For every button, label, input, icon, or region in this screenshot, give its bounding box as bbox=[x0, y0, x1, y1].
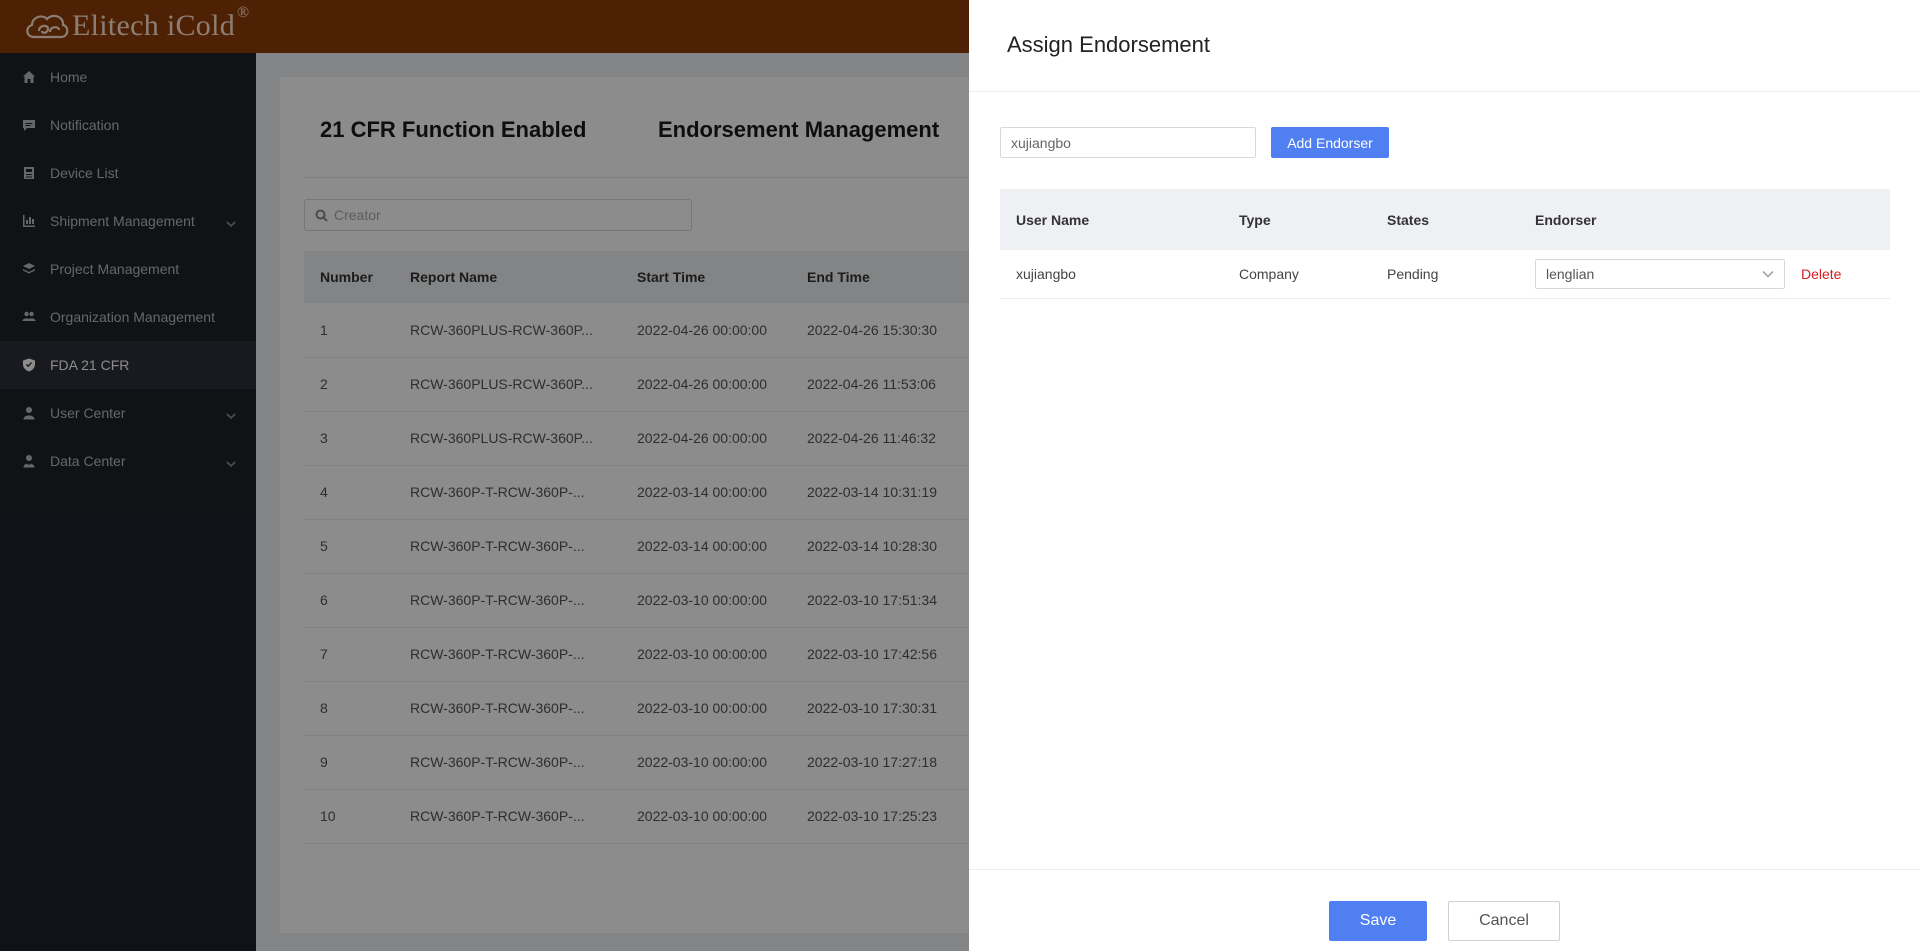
save-button[interactable]: Save bbox=[1329, 901, 1427, 941]
column-header-action bbox=[1785, 189, 1890, 250]
drawer-header: Assign Endorsement bbox=[969, 0, 1920, 92]
drawer-footer: Save Cancel bbox=[969, 869, 1920, 951]
drawer-title: Assign Endorsement bbox=[1007, 32, 1210, 57]
endorsement-table: User Name Type States Endorser xujiangbo… bbox=[1000, 189, 1890, 299]
endorser-user-input[interactable] bbox=[1000, 127, 1256, 158]
table-header-row: User Name Type States Endorser bbox=[1000, 189, 1890, 250]
column-header: States bbox=[1371, 189, 1519, 250]
endorser-select[interactable]: lenglian bbox=[1535, 258, 1785, 289]
endorser-cell: lenglian bbox=[1519, 250, 1785, 299]
chevron-down-icon bbox=[1762, 270, 1774, 278]
column-header: Type bbox=[1223, 189, 1371, 250]
add-endorser-button[interactable]: Add Endorser bbox=[1271, 127, 1389, 158]
action-cell: Delete bbox=[1785, 250, 1890, 299]
delete-link[interactable]: Delete bbox=[1801, 266, 1841, 282]
cancel-button[interactable]: Cancel bbox=[1448, 901, 1560, 941]
column-header: Endorser bbox=[1519, 189, 1785, 250]
status-badge: Pending bbox=[1371, 250, 1519, 299]
assign-endorsement-drawer: Assign Endorsement Add Endorser User Nam… bbox=[969, 0, 1920, 951]
user-name-cell: xujiangbo bbox=[1000, 250, 1223, 299]
column-header: User Name bbox=[1000, 189, 1223, 250]
table-row: xujiangbo Company Pending lenglian Delet… bbox=[1000, 250, 1890, 299]
type-cell: Company bbox=[1223, 250, 1371, 299]
endorser-select-value: lenglian bbox=[1546, 265, 1595, 282]
